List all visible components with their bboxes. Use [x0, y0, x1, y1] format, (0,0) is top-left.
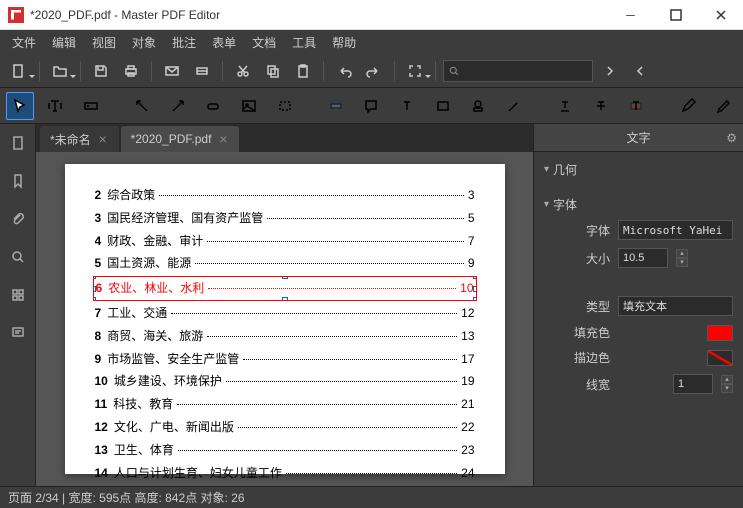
comments-tab[interactable] [5, 320, 31, 346]
text-tool[interactable] [129, 92, 157, 120]
toc-line[interactable]: 4财政、金融、审计7 [95, 230, 475, 253]
menu-文档[interactable]: 文档 [244, 31, 284, 54]
fill-label: 填充色 [560, 324, 610, 341]
fill-color-swatch[interactable] [707, 325, 733, 341]
maximize-button[interactable] [653, 0, 698, 30]
highlight-tool[interactable] [322, 92, 350, 120]
kind-select[interactable]: 填充文本 [618, 296, 733, 316]
copy-button[interactable] [260, 58, 286, 84]
open-button[interactable] [47, 58, 73, 84]
link-tool[interactable] [200, 92, 228, 120]
close-button[interactable] [698, 0, 743, 30]
document-tabs: *未命名×*2020_PDF.pdf× [36, 124, 533, 152]
menubar: 文件编辑视图对象批注表单文档工具帮助 [0, 30, 743, 54]
doc-tab[interactable]: *未命名× [40, 126, 119, 152]
attach-tool[interactable] [500, 92, 528, 120]
redo-button[interactable] [361, 58, 387, 84]
vtext-tool[interactable] [164, 92, 192, 120]
search-prev-button[interactable] [627, 58, 653, 84]
font-label: 字体 [560, 222, 610, 239]
kind-label: 类型 [560, 298, 610, 315]
zoom-fit-button[interactable] [402, 58, 428, 84]
minimize-button[interactable]: ─ [608, 0, 653, 30]
menu-工具[interactable]: 工具 [284, 31, 324, 54]
menu-文件[interactable]: 文件 [4, 31, 44, 54]
text-annot-tool[interactable] [393, 92, 421, 120]
new-button[interactable] [6, 58, 32, 84]
panel-settings-icon[interactable]: ⚙ [726, 131, 737, 145]
main-toolbar [0, 54, 743, 88]
linewidth-input[interactable]: 1 [673, 374, 713, 394]
app-logo-icon [8, 7, 24, 23]
stamp-tool[interactable] [464, 92, 492, 120]
statusbar: 页面 2/34 | 宽度: 595点 高度: 842点 对象: 26 [0, 486, 743, 508]
stroke-color-swatch[interactable] [707, 350, 733, 366]
scan-button[interactable] [189, 58, 215, 84]
toc-line[interactable]: 7工业、交通12 [95, 302, 475, 325]
signature-tool[interactable] [709, 92, 737, 120]
search-next-button[interactable] [597, 58, 623, 84]
toc-line[interactable]: 10城乡建设、环境保护19 [95, 370, 475, 393]
thumbnails-tab[interactable] [5, 130, 31, 156]
toc-line[interactable]: 9市场监管、安全生产监管17 [95, 348, 475, 371]
properties-panel: 文字⚙ 几何 字体 字体 Microsoft YaHei 大小 10.5 ▴▾ … [533, 124, 743, 486]
toc-line[interactable]: 5国土资源、能源9 [95, 252, 475, 275]
doc-tab[interactable]: *2020_PDF.pdf× [121, 126, 240, 152]
toc-line[interactable]: 3国民经济管理、国有资产监管5 [95, 207, 475, 230]
toc-line[interactable]: 13卫生、体育23 [95, 439, 475, 462]
toc-line[interactable]: 8商贸、海关、旅游13 [95, 325, 475, 348]
menu-帮助[interactable]: 帮助 [324, 31, 364, 54]
stroke-label: 描边色 [560, 349, 610, 366]
pencil-tool[interactable] [674, 92, 702, 120]
toc-line[interactable]: 6农业、林业、水利10 [93, 276, 477, 301]
bookmarks-tab[interactable] [5, 168, 31, 194]
page-viewport[interactable]: 2综合政策33国民经济管理、国有资产监管54财政、金融、审计75国土资源、能源9… [36, 152, 533, 486]
panel-title: 文字 [626, 129, 650, 146]
pdf-page[interactable]: 2综合政策33国民经济管理、国有资产监管54财政、金融、审计75国土资源、能源9… [65, 164, 505, 474]
toc-line[interactable]: 2综合政策3 [95, 184, 475, 207]
form-edit-tool[interactable] [77, 92, 105, 120]
toc-line[interactable]: 14人口与计划生育、妇女儿童工作24 [95, 462, 475, 485]
image-tool[interactable] [235, 92, 263, 120]
font-select[interactable]: Microsoft YaHei [618, 220, 733, 240]
select-tool[interactable] [6, 92, 34, 120]
line-tool[interactable] [429, 92, 457, 120]
menu-视图[interactable]: 视图 [84, 31, 124, 54]
linewidth-label: 线宽 [560, 376, 610, 393]
layers-tab[interactable] [5, 282, 31, 308]
size-input[interactable]: 10.5 [618, 248, 668, 268]
size-stepper[interactable]: ▴▾ [676, 249, 688, 267]
search-input[interactable] [443, 60, 593, 82]
save-button[interactable] [88, 58, 114, 84]
text-edit-tool[interactable] [42, 92, 70, 120]
tools-toolbar [0, 88, 743, 124]
cut-button[interactable] [230, 58, 256, 84]
toc-line[interactable]: 12文化、广电、新闻出版22 [95, 416, 475, 439]
section-geometry[interactable]: 几何 [544, 158, 733, 181]
menu-编辑[interactable]: 编辑 [44, 31, 84, 54]
hl-text-tool[interactable] [622, 92, 650, 120]
note-tool[interactable] [358, 92, 386, 120]
email-button[interactable] [159, 58, 185, 84]
strikeout-tool[interactable] [587, 92, 615, 120]
tab-close-icon[interactable]: × [217, 133, 229, 145]
menu-对象[interactable]: 对象 [124, 31, 164, 54]
menu-批注[interactable]: 批注 [164, 31, 204, 54]
paste-button[interactable] [290, 58, 316, 84]
search-tab[interactable] [5, 244, 31, 270]
rect-tool[interactable] [271, 92, 299, 120]
toc-line[interactable]: 11科技、教育21 [95, 393, 475, 416]
size-label: 大小 [560, 250, 610, 267]
linewidth-stepper[interactable]: ▴▾ [721, 375, 733, 393]
left-sidebar [0, 124, 36, 486]
status-text: 页面 2/34 | 宽度: 595点 高度: 842点 对象: 26 [8, 489, 245, 506]
underline-tool[interactable] [551, 92, 579, 120]
undo-button[interactable] [331, 58, 357, 84]
section-font[interactable]: 字体 [544, 193, 733, 216]
window-title: *2020_PDF.pdf - Master PDF Editor [30, 8, 608, 22]
print-button[interactable] [118, 58, 144, 84]
attachments-tab[interactable] [5, 206, 31, 232]
tab-close-icon[interactable]: × [97, 133, 109, 145]
menu-表单[interactable]: 表单 [204, 31, 244, 54]
